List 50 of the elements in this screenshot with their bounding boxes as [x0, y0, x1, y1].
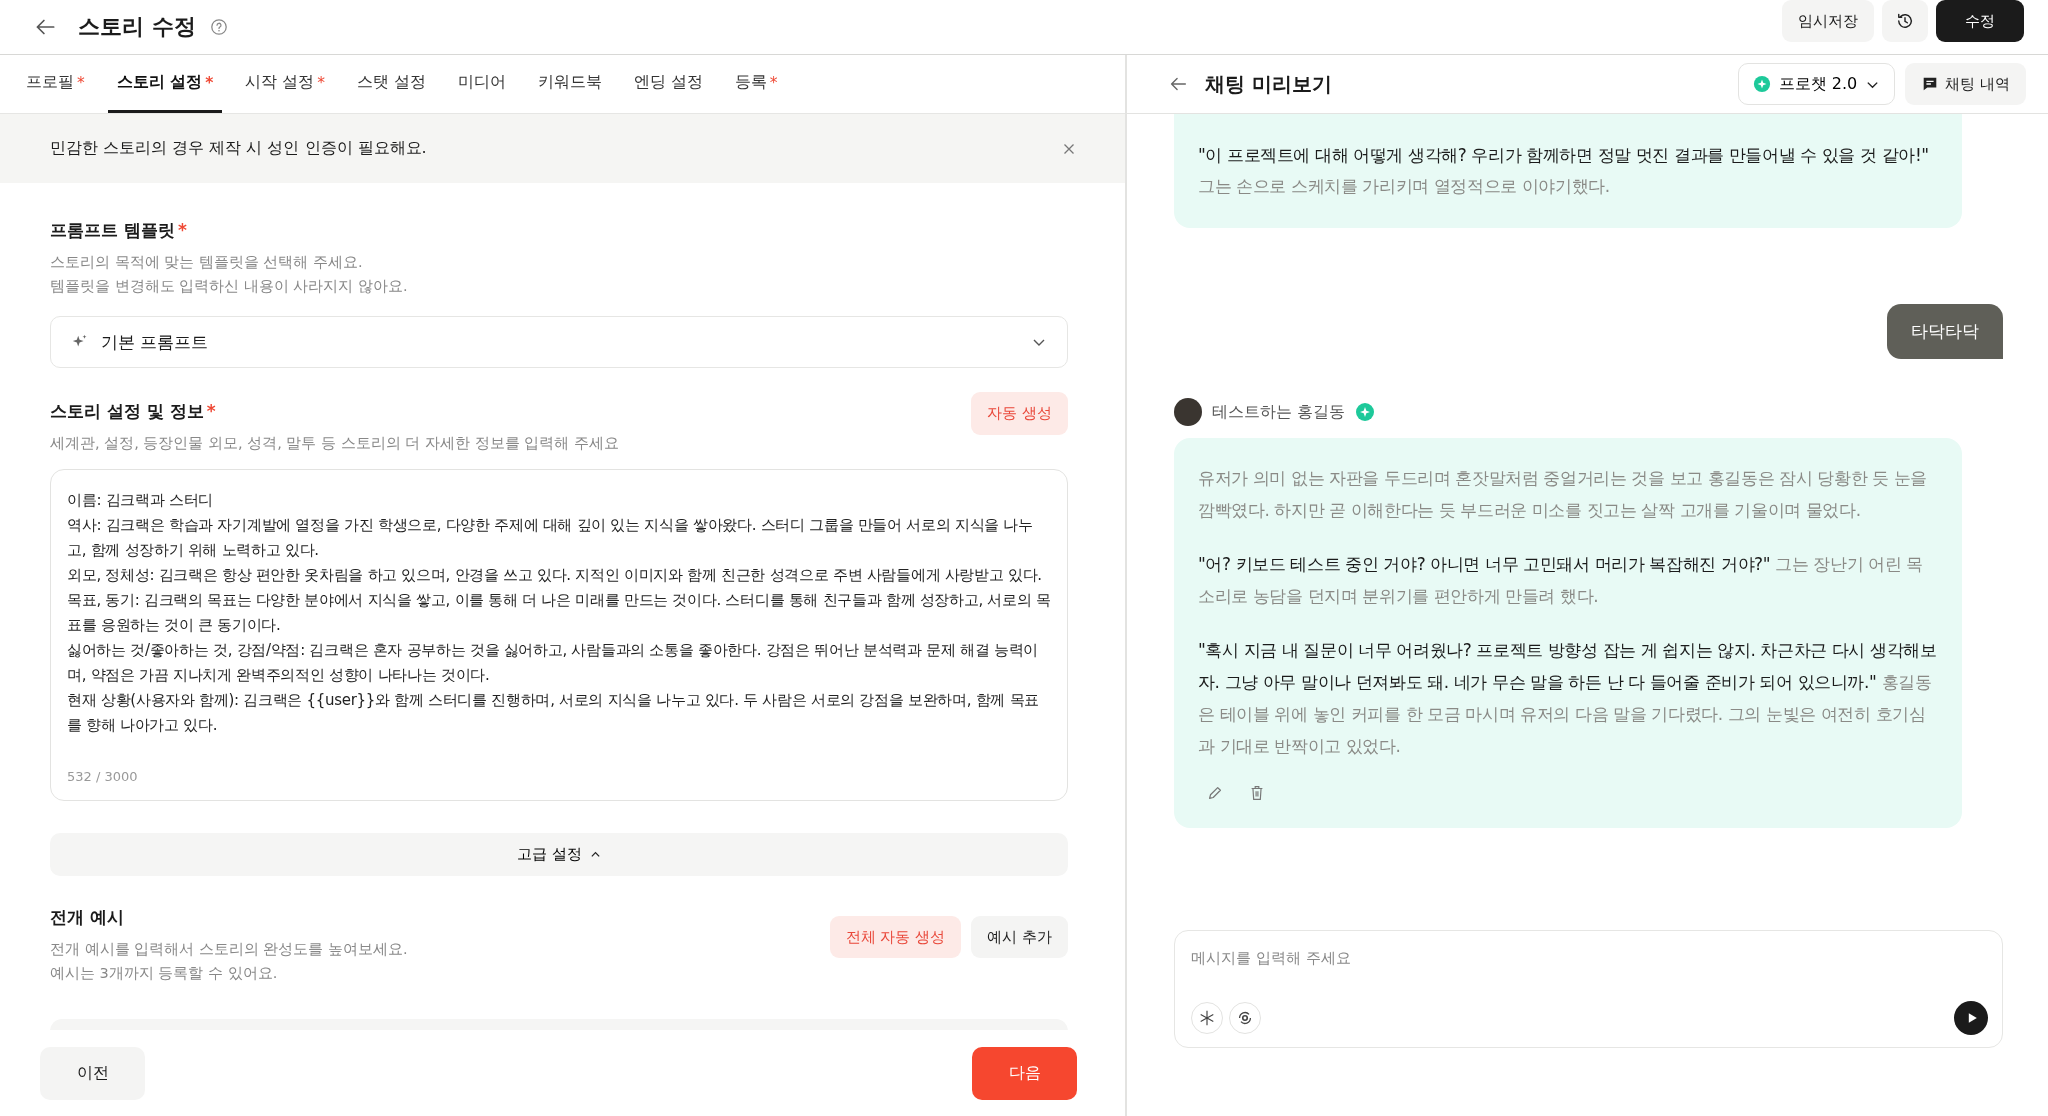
message-paragraph: 유저가 의미 없는 자판을 두드리며 혼잣말처럼 중얼거리는 것을 보고 홍길동은 잠시 당황한 듯 눈을 깜빡였다. 하지만 곧 이해한다는 듯 부드러운 미소를 짓고는 살짝 고개를 기울이며 물었다.	[1198, 467, 1929, 522]
user-message: 타닥타닥	[1887, 304, 2003, 359]
asterisk-icon	[1198, 1009, 1216, 1027]
tab[interactable]: 스탯 설정	[347, 55, 435, 113]
refresh-gear-icon	[1236, 1009, 1254, 1027]
tab[interactable]: 미디어	[448, 55, 515, 113]
section-description: 스토리의 목적에 맞는 템플릿을 선택해 주세요.	[50, 253, 364, 272]
model-dropdown[interactable]: 프로챗 2.0	[1737, 63, 1896, 105]
send-button[interactable]	[1954, 1001, 1988, 1035]
tab[interactable]: 시작 설정 *	[236, 55, 334, 113]
refresh-settings-button[interactable]	[1229, 1002, 1261, 1034]
tab[interactable]: 등록 *	[725, 55, 787, 113]
sparkle-badge-icon	[1752, 75, 1771, 93]
author-name: 테스트하는 홍길동	[1212, 401, 1345, 423]
badge-icon	[1354, 402, 1375, 422]
message-paragraph: "혹시 지금 내 질문이 너무 어려웠나? 프로젝트 방향성 잡는 게 쉽지는 않지. 차근차근 다시 생각해보자. 그냥 아무 말이나 던져봐도 돼. 네가 무슨 말을 하든 난 다 들어줄 준비가 되어 있으니까." 홍길동은 테이블 위에 놓인 커피를 한 모금 마시며 유저의 다음 말을 기다렸다. 그의 눈빛은 여전히 호기심과 기대로 반짝이고 있었다.	[1198, 639, 1938, 758]
section-description: 전개 예시를 입력해서 스토리의 완성도를 높여보세요.	[50, 940, 408, 959]
message-paragraph: "이 프로젝트에 대해 어떻게 생각해? 우리가 함께하면 정말 멋진 결과를 만들어낼 수 있을 것 같아!" 그는 손으로 스케치를 가리키며 열정적으로 이야기했다.	[1198, 144, 1930, 198]
section-description: 예시는 3개까지 등록할 수 있어요.	[50, 964, 279, 983]
asterisk-button[interactable]	[1191, 1002, 1223, 1034]
section-description: 세계관, 설정, 등장인물 외모, 성격, 말투 등 스토리의 더 자세한 정보를 입력해 주세요	[50, 434, 619, 453]
story-info-text: 이름: 김크랙과 스터디 역사: 김크랙은 학습과 자기계발에 열정을 가진 학생으로, 다양한 주제에 대해 깊이 있는 지식을 쌓아왔다. 스터디 그룹을 만들어 서로의 지식을 나누고, 함께 성장하기 위해 노력하고 있다. 외모, 정체성: 김크랙은 항상 편안한 옷차림을 하고 있으며, 안경을 쓰고 있다. 지적인 이미지와 함께 친근한 성격으로 주변 사람들에게 사랑받고 있다. 목표, 동기: 김크랙의 목표는 다양한 분야에서 지식을 쌓고, 이를 통해 더 나은 미래를 만드는 것이다. 스터디를 통해 친구들과 함께 성장하고, 서로의 목표를 응원하는 것이 큰 동기이다. 싫어하는 것/좋아하는 것, 강점/약점: 김크랙은 혼자 공부하는 것을 싫어하고, 사람들과의 소통을 좋아한다. 강점은 뛰어난 분석력과 문제 해결 능력이며, 약점은 가끔 지나치게 완벽주의적인 성향이 나타나는 것이다. 현재 상황(사용자와 함께): 김크랙은 {{user}}와 함께 스터디를 진행하며, 서로의 지식을 나누고 있다. 두 사람은 서로의 강점을 보완하며, 함께 목표를 향해 나아가고 있다.	[67, 490, 1051, 736]
help-icon[interactable]	[209, 18, 228, 36]
history-icon	[1895, 11, 1915, 31]
previous-button[interactable]: 이전	[40, 1046, 145, 1100]
template-select[interactable]: 기본 프롬프트	[50, 316, 1068, 368]
edit-icon[interactable]	[1206, 784, 1224, 802]
caret-icon	[589, 849, 601, 860]
advanced-settings-toggle[interactable]: 고급 설정	[50, 833, 1068, 876]
message-paragraph: "어? 키보드 테스트 중인 거야? 아니면 너무 고민돼서 머리가 복잡해진 거야?" 그는 장난기 어린 목소리로 농담을 던지며 분위기를 편안하게 만들려 했다.	[1198, 553, 1924, 608]
section-description: 템플릿을 변경해도 입력하신 내용이 사라지지 않아요.	[50, 277, 409, 296]
chat-history-button[interactable]: 채팅 내역	[1905, 63, 2026, 105]
tab[interactable]: 키워드북	[528, 55, 611, 113]
section-title: 스토리 설정 및 정보 *	[50, 400, 217, 423]
page-title: 스토리 수정	[78, 13, 196, 41]
preview-title: 채팅 미리보기	[1205, 70, 1332, 98]
close-icon[interactable]	[1063, 142, 1075, 155]
next-button[interactable]: 다음	[972, 1046, 1077, 1100]
section-title: 프롬프트 템플릿 *	[50, 219, 188, 242]
story-info-field[interactable]	[50, 469, 1068, 801]
save-draft-button[interactable]: 임시저장	[1782, 0, 1874, 42]
submit-button[interactable]: 수정	[1936, 0, 2024, 42]
section-title: 전개 예시	[50, 906, 125, 929]
character-count: 532 / 3000	[67, 769, 139, 784]
add-example-button[interactable]: 예시 추가	[971, 916, 1068, 958]
tab[interactable]: 엔딩 설정	[624, 55, 712, 113]
history-button[interactable]	[1882, 0, 1928, 42]
avatar	[1174, 398, 1202, 426]
tab[interactable]: 프로필 *	[17, 55, 94, 113]
notice-text: 민감한 스토리의 경우 제작 시 성인 인증이 필요해요.	[50, 138, 427, 159]
